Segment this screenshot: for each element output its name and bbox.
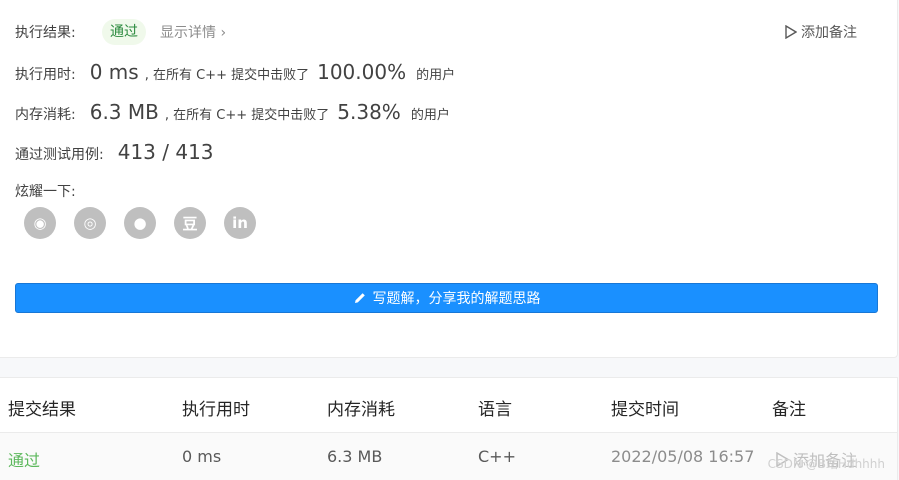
header-result: 提交结果	[8, 400, 76, 420]
weibo-icon[interactable]: ◎	[74, 207, 106, 239]
write-solution-button[interactable]: 写题解，分享我的解题思路	[15, 283, 878, 313]
header-runtime: 执行用时	[182, 400, 250, 420]
row-submit-time: 2022/05/08 16:57	[611, 447, 755, 466]
runtime-beat-text: , 在所有 C++ 提交中击败了	[144, 68, 310, 83]
linkedin-icon[interactable]: in	[224, 207, 256, 239]
row-language: C++	[478, 447, 516, 466]
pencil-icon	[354, 293, 365, 303]
header-note: 备注	[772, 400, 806, 420]
douban-icon[interactable]: 豆	[174, 207, 206, 239]
show-details-link[interactable]: 显示详情 ›	[160, 22, 226, 42]
memory-percent: 5.38%	[337, 100, 401, 124]
header-language: 语言	[478, 400, 512, 420]
result-label: 执行结果:	[15, 25, 76, 41]
qq-icon[interactable]: ●	[124, 207, 156, 239]
runtime-row: 执行用时: 0 ms , 在所有 C++ 提交中击败了 100.00% 的用户	[15, 60, 455, 84]
runtime-value: 0 ms	[89, 60, 139, 84]
submission-table: 提交结果 执行用时 内存消耗 语言 提交时间 备注 通过 0 ms 6.3 MB…	[0, 377, 898, 480]
share-label: 炫耀一下:	[15, 184, 76, 200]
memory-value: 6.3 MB	[89, 100, 159, 124]
row-result-link[interactable]: 通过	[8, 447, 40, 471]
status-badge: 通过	[102, 19, 146, 45]
header-memory: 内存消耗	[327, 400, 395, 420]
tests-value: 413 / 413	[117, 140, 214, 164]
submission-result-card: 执行结果: 通过 显示详情 › 添加备注 执行用时: 0 ms , 在所有 C+…	[0, 0, 898, 358]
write-solution-label: 写题解，分享我的解题思路	[372, 291, 541, 307]
row-runtime: 0 ms	[182, 447, 222, 466]
memory-suffix: 的用户	[410, 108, 450, 123]
tests-label: 通过测试用例:	[15, 147, 104, 163]
watermark: CSDN @B站Hdhhhh	[767, 457, 885, 471]
row-memory: 6.3 MB	[327, 447, 383, 466]
share-icons: ◉ ◎ ● 豆 in	[24, 207, 256, 239]
add-note-button[interactable]: 添加备注	[785, 22, 857, 42]
runtime-percent: 100.00%	[317, 60, 407, 84]
share-row: 炫耀一下:	[15, 181, 76, 201]
memory-label: 内存消耗:	[15, 107, 76, 123]
table-row[interactable]: 通过 0 ms 6.3 MB C++ 2022/05/08 16:57 添加备注	[0, 433, 897, 480]
add-note-label: 添加备注	[801, 25, 857, 41]
runtime-label: 执行用时:	[15, 67, 76, 83]
runtime-suffix: 的用户	[416, 68, 456, 83]
result-row: 执行结果:	[15, 22, 76, 42]
wechat-icon[interactable]: ◉	[24, 207, 56, 239]
play-icon	[785, 25, 797, 39]
memory-row: 内存消耗: 6.3 MB , 在所有 C++ 提交中击败了 5.38% 的用户	[15, 100, 450, 124]
header-submit-time: 提交时间	[611, 400, 679, 420]
tests-row: 通过测试用例: 413 / 413	[15, 140, 214, 164]
memory-beat-text: , 在所有 C++ 提交中击败了	[164, 108, 330, 123]
table-header: 提交结果 执行用时 内存消耗 语言 提交时间 备注	[0, 378, 897, 433]
